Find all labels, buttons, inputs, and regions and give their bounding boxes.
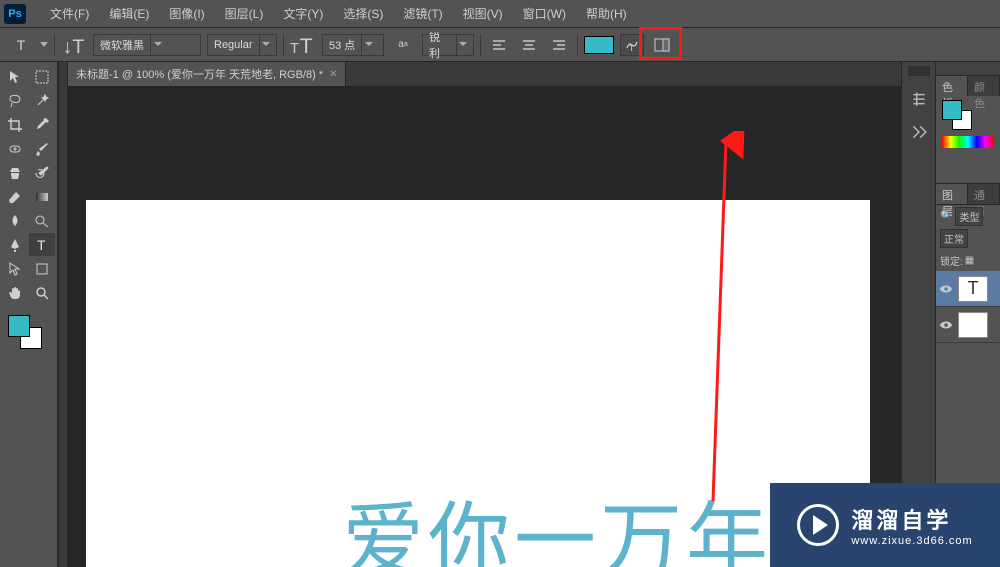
- align-center-button[interactable]: [517, 34, 541, 56]
- move-tool[interactable]: [2, 65, 28, 88]
- menu-file[interactable]: 文件(F): [40, 1, 99, 26]
- background-layer-thumb: [958, 312, 988, 338]
- font-size-icon: TT: [290, 34, 316, 56]
- history-brush-tool[interactable]: [29, 161, 55, 184]
- svg-text:T: T: [629, 44, 634, 53]
- channels-tab[interactable]: 通道: [968, 184, 1000, 204]
- text-color-swatch[interactable]: [584, 36, 614, 54]
- text-orientation-button[interactable]: ↓T: [61, 34, 87, 56]
- magic-wand-tool[interactable]: [29, 89, 55, 112]
- crop-tool[interactable]: [2, 113, 28, 136]
- svg-text:T: T: [290, 41, 299, 57]
- document-tab[interactable]: 未标题-1 @ 100% (爱你一万年 天荒地老, RGB/8) * ✕: [68, 62, 346, 86]
- lock-label: 锁定:: [940, 253, 963, 268]
- path-selection-tool[interactable]: [2, 257, 28, 280]
- font-style-value: Regular: [214, 39, 253, 51]
- shape-tool[interactable]: [29, 257, 55, 280]
- clone-stamp-tool[interactable]: [2, 161, 28, 184]
- visibility-toggle-icon[interactable]: [938, 281, 954, 297]
- anti-alias-value: 锐利: [429, 29, 450, 61]
- menu-view[interactable]: 视图(V): [453, 1, 513, 26]
- align-left-button[interactable]: [487, 34, 511, 56]
- ps-logo: Ps: [4, 4, 26, 24]
- font-style-dropdown[interactable]: Regular: [207, 34, 277, 56]
- toolbox: T: [0, 62, 58, 567]
- svg-text:↓T: ↓T: [63, 36, 85, 58]
- zoom-tool[interactable]: [29, 281, 55, 304]
- anti-alias-dropdown[interactable]: 锐利: [422, 34, 474, 56]
- blend-mode-dropdown[interactable]: 正常: [940, 229, 968, 248]
- font-size-value: 53 点: [329, 37, 355, 53]
- swatches-tab[interactable]: 色板: [936, 76, 968, 96]
- color-tab[interactable]: 颜色: [968, 76, 1000, 96]
- eraser-tool[interactable]: [2, 185, 28, 208]
- warp-text-button[interactable]: T: [620, 34, 644, 56]
- foreground-background-colors[interactable]: [2, 309, 55, 347]
- menu-filter[interactable]: 滤镜(T): [393, 1, 452, 26]
- watermark-title: 溜溜自学: [851, 503, 972, 535]
- hand-tool[interactable]: [2, 281, 28, 304]
- menu-select[interactable]: 选择(S): [333, 1, 393, 26]
- watermark: 溜溜自学 www.zixue.3d66.com: [770, 483, 1000, 567]
- svg-text:T: T: [300, 35, 313, 58]
- brush-tool[interactable]: [29, 137, 55, 160]
- tool-preset-icon[interactable]: T: [8, 34, 34, 56]
- menu-type[interactable]: 文字(Y): [273, 1, 333, 26]
- menu-window[interactable]: 窗口(W): [513, 1, 576, 26]
- lock-pixels-icon[interactable]: ▦: [965, 255, 974, 266]
- menu-image[interactable]: 图像(I): [159, 1, 214, 26]
- menu-help[interactable]: 帮助(H): [576, 1, 637, 26]
- document-canvas[interactable]: 爱你一万年 天荒地老: [86, 200, 870, 567]
- close-tab-icon[interactable]: ✕: [329, 69, 337, 80]
- visibility-toggle-icon[interactable]: [938, 317, 954, 333]
- document-tab-title: 未标题-1 @ 100% (爱你一万年 天荒地老, RGB/8) *: [76, 66, 323, 82]
- watermark-url: www.zixue.3d66.com: [851, 535, 972, 547]
- layer-filter-dropdown[interactable]: 类型: [955, 207, 983, 226]
- play-icon: [797, 504, 839, 546]
- text-layer-thumb: T: [958, 276, 988, 302]
- layers-tab[interactable]: 图层: [936, 184, 968, 204]
- font-family-dropdown[interactable]: 微软雅黑: [93, 34, 201, 56]
- text-layer-row[interactable]: T: [936, 271, 1000, 307]
- eyedropper-tool[interactable]: [29, 113, 55, 136]
- history-panel-icon[interactable]: [906, 86, 932, 110]
- properties-panel-icon[interactable]: [906, 120, 932, 144]
- foreground-color[interactable]: [8, 315, 30, 337]
- font-size-dropdown[interactable]: 53 点: [322, 34, 384, 56]
- character-panel-toggle-button[interactable]: [650, 34, 674, 56]
- menu-edit[interactable]: 编辑(E): [99, 1, 159, 26]
- healing-brush-tool[interactable]: [2, 137, 28, 160]
- menu-layer[interactable]: 图层(L): [215, 1, 274, 26]
- dodge-tool[interactable]: [29, 209, 55, 232]
- text-layer-line1[interactable]: 爱你一万年: [342, 474, 772, 567]
- anti-alias-icon: aa: [390, 34, 416, 56]
- align-right-button[interactable]: [547, 34, 571, 56]
- search-icon: 🔍: [940, 211, 952, 222]
- svg-text:T: T: [37, 237, 46, 253]
- background-layer-row[interactable]: [936, 307, 1000, 343]
- pen-tool[interactable]: [2, 233, 28, 256]
- blur-tool[interactable]: [2, 209, 28, 232]
- gradient-tool[interactable]: [29, 185, 55, 208]
- type-tool[interactable]: T: [29, 233, 55, 256]
- panel-fgbg-colors[interactable]: [942, 100, 976, 130]
- lasso-tool[interactable]: [2, 89, 28, 112]
- marquee-tool[interactable]: [29, 65, 55, 88]
- font-family-value: 微软雅黑: [100, 37, 144, 53]
